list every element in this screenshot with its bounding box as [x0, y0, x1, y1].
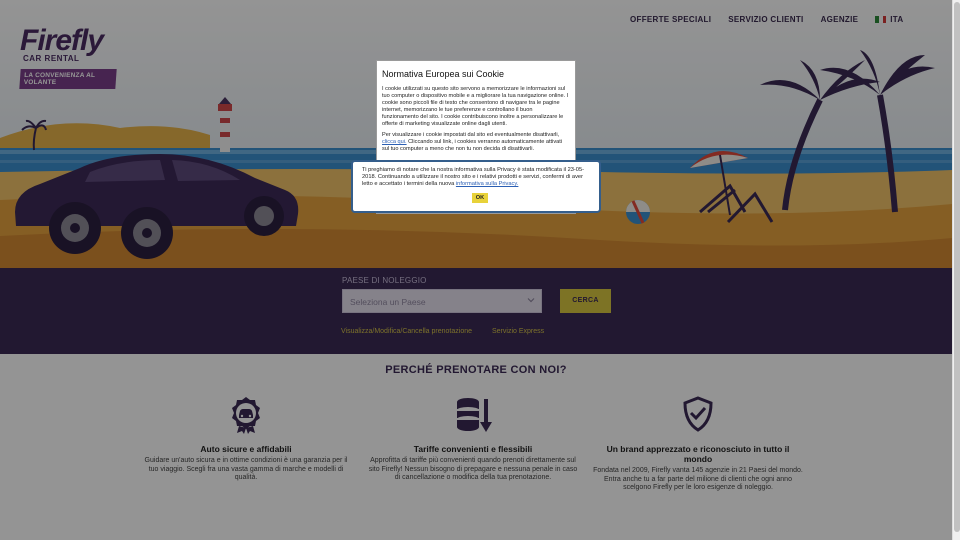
- cookie-paragraph-2-end: Cliccando sul link, i cookies verranno a…: [382, 139, 563, 153]
- ok-button[interactable]: OK: [472, 193, 488, 203]
- cookie-settings-link[interactable]: clicca qui.: [382, 139, 407, 145]
- privacy-policy-link[interactable]: informativa sulla Privacy.: [456, 181, 518, 187]
- scrollbar-thumb[interactable]: [954, 2, 960, 532]
- cookie-dialog-title: Normativa Europea sui Cookie: [382, 69, 505, 79]
- cookie-paragraph-2: Per visualizzare i cookie impostati dal …: [382, 132, 570, 153]
- privacy-notice-text: Ti preghiamo di notare che la nostra inf…: [362, 167, 591, 188]
- cookie-paragraph-2-start: Per visualizzare i cookie impostati dal …: [382, 132, 560, 139]
- cookie-paragraph-1: I cookie utilizzati su questo sito servo…: [382, 86, 569, 127]
- privacy-notice-dialog: Ti preghiamo di notare che la nostra inf…: [351, 160, 601, 213]
- page-scrollbar[interactable]: [952, 0, 960, 540]
